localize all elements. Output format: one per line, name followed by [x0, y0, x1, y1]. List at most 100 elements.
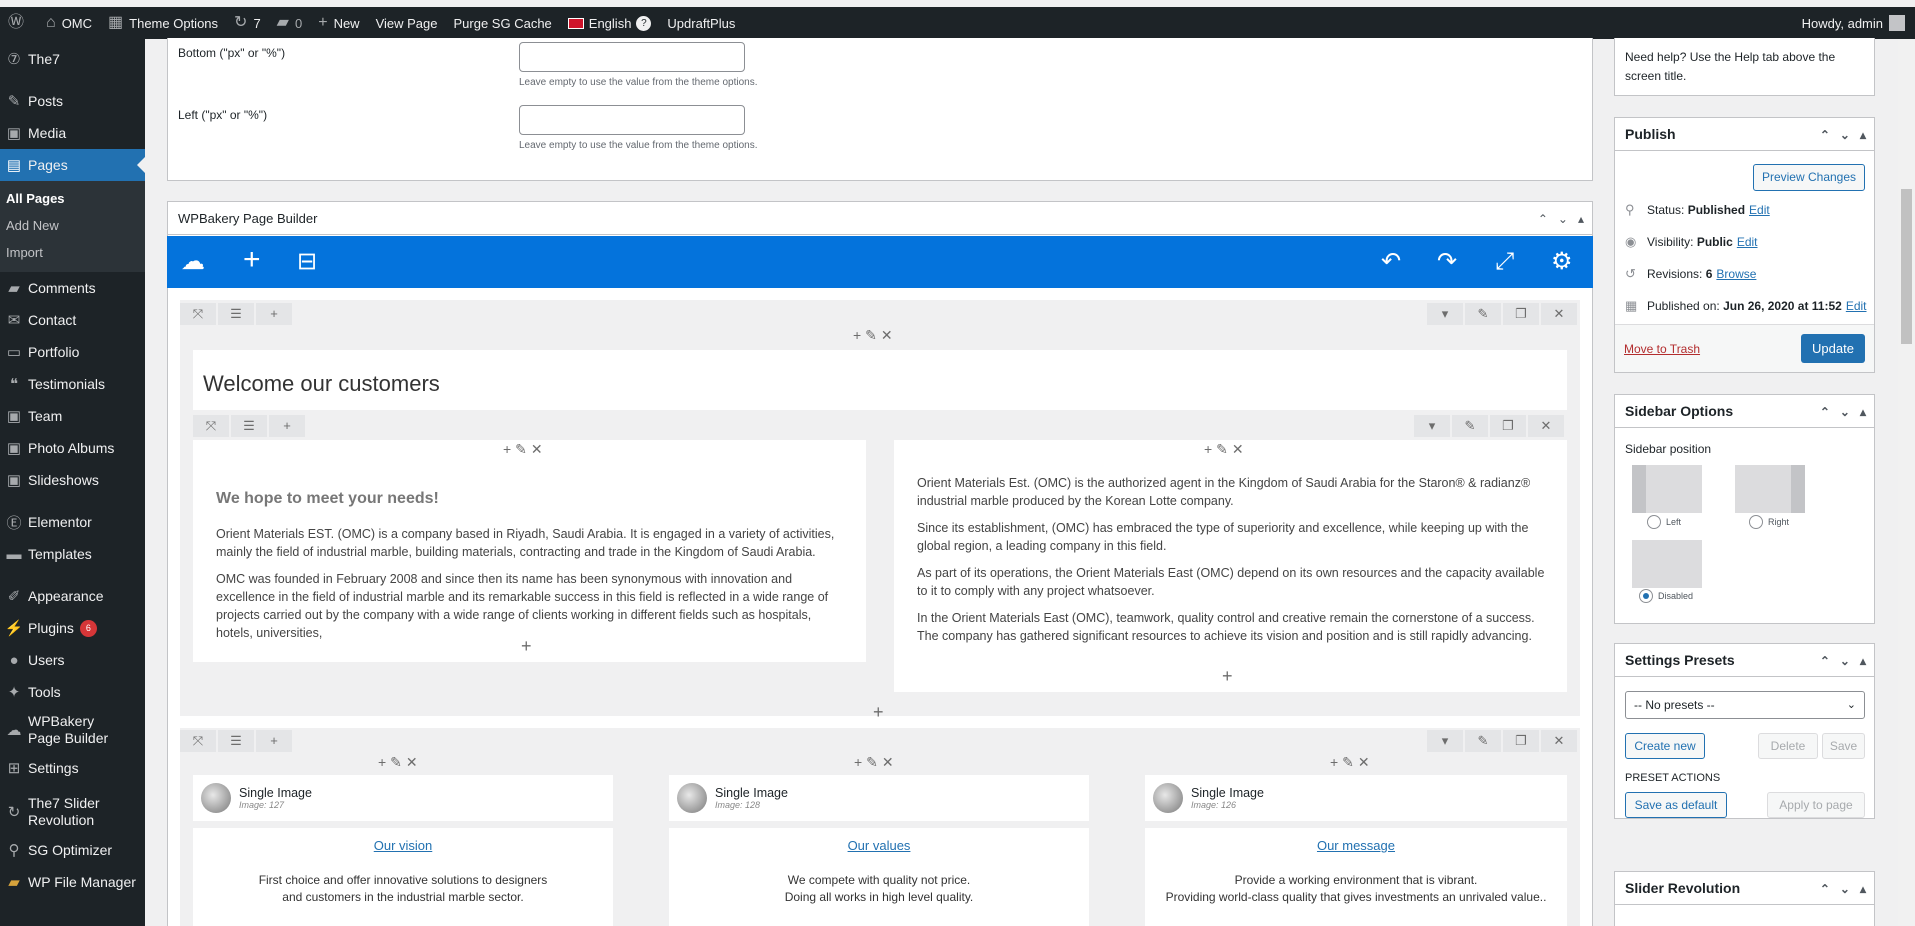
- menu-item-contact[interactable]: ✉ Contact: [0, 304, 145, 336]
- wpbakery-logo-icon[interactable]: ☁: [181, 248, 205, 276]
- menu-item-testimonials[interactable]: ❝ Testimonials: [0, 368, 145, 400]
- toggle-panel-icon[interactable]: ▴: [1860, 654, 1866, 668]
- inner-row-clone-icon[interactable]: ❐: [1490, 415, 1526, 437]
- single-image-element[interactable]: Single Image Image: 128: [669, 775, 1089, 821]
- edit-status-link[interactable]: Edit: [1749, 203, 1770, 217]
- move-down-icon[interactable]: ⌄: [1840, 405, 1850, 419]
- right-text-column[interactable]: +✎✕ Orient Materials Est. (OMC) is the a…: [894, 440, 1567, 692]
- edit-visibility-link[interactable]: Edit: [1737, 235, 1758, 249]
- move-up-icon[interactable]: ⌃: [1538, 212, 1548, 226]
- row-clone-icon[interactable]: ❐: [1503, 303, 1539, 325]
- add-element-icon[interactable]: +: [243, 245, 261, 275]
- page-scrollbar[interactable]: [1898, 39, 1915, 926]
- move-up-icon[interactable]: ⌃: [1820, 128, 1830, 142]
- row-2-clone-icon[interactable]: ❐: [1503, 730, 1539, 752]
- inner-row-add-icon[interactable]: +: [269, 415, 305, 437]
- image-col-1-tools[interactable]: +✎✕: [378, 754, 422, 771]
- row-move-icon[interactable]: ⤧: [180, 303, 216, 325]
- menu-item-portfolio[interactable]: ▭ Portfolio: [0, 336, 145, 368]
- move-down-icon[interactable]: ⌄: [1558, 212, 1568, 226]
- bottom-padding-input[interactable]: [519, 42, 745, 72]
- create-new-preset-button[interactable]: Create new: [1625, 733, 1705, 759]
- text-element[interactable]: Our message Provide a working environmen…: [1145, 828, 1567, 926]
- menu-item-slideshows[interactable]: ▣ Slideshows: [0, 464, 145, 496]
- message-link[interactable]: Our message: [1317, 838, 1395, 853]
- move-up-icon[interactable]: ⌃: [1820, 405, 1830, 419]
- image-col-2-tools[interactable]: +✎✕: [854, 754, 898, 771]
- menu-item-media[interactable]: ▣ Media: [0, 117, 145, 149]
- edit-date-link[interactable]: Edit: [1846, 299, 1867, 313]
- right-column-tools[interactable]: +✎✕: [1204, 441, 1248, 458]
- redo-icon[interactable]: ↷: [1437, 248, 1457, 276]
- single-image-element[interactable]: Single Image Image: 127: [193, 775, 613, 821]
- inner-row-move-icon[interactable]: ⤧: [193, 415, 229, 437]
- move-up-icon[interactable]: ⌃: [1820, 654, 1830, 668]
- menu-item-plugins[interactable]: ⚡ Plugins 6: [0, 612, 145, 644]
- menu-item-settings[interactable]: ⊞ Settings: [0, 752, 145, 784]
- save-preset-button[interactable]: Save: [1822, 733, 1865, 759]
- menu-item-the7[interactable]: ⑦ The7: [0, 43, 145, 75]
- row-2-toggle-icon[interactable]: ▾: [1427, 730, 1463, 752]
- comments-link[interactable]: ▰ 0: [269, 7, 311, 39]
- row-1-add-icon[interactable]: +: [873, 702, 884, 723]
- save-as-default-button[interactable]: Save as default: [1625, 792, 1727, 818]
- site-name-link[interactable]: ⌂ OMC: [38, 7, 100, 39]
- delete-preset-button[interactable]: Delete: [1758, 733, 1818, 759]
- inner-row-delete-icon[interactable]: ✕: [1528, 415, 1564, 437]
- preview-changes-button[interactable]: Preview Changes: [1753, 164, 1865, 191]
- view-page-link[interactable]: View Page: [368, 7, 446, 39]
- wp-logo-button[interactable]: Ⓦ: [0, 7, 38, 39]
- submenu-add-new[interactable]: Add New: [0, 212, 145, 239]
- browse-revisions-link[interactable]: Browse: [1716, 267, 1756, 281]
- sidebar-disabled-preview[interactable]: [1632, 540, 1702, 588]
- row-edit-icon[interactable]: ✎: [1465, 303, 1501, 325]
- fullscreen-icon[interactable]: ⤢: [1495, 248, 1514, 276]
- move-down-icon[interactable]: ⌄: [1840, 882, 1850, 896]
- sidebar-disabled-radio[interactable]: [1639, 589, 1653, 603]
- row-toggle-icon[interactable]: ▾: [1427, 303, 1463, 325]
- presets-select[interactable]: -- No presets -- ⌄: [1625, 691, 1865, 719]
- toggle-panel-icon[interactable]: ▴: [1860, 405, 1866, 419]
- move-down-icon[interactable]: ⌄: [1840, 654, 1850, 668]
- image-column-2[interactable]: +✎✕ Single Image Image: 128 Our values We…: [669, 753, 1103, 926]
- apply-to-page-button[interactable]: Apply to page: [1767, 792, 1865, 818]
- sidebar-right-radio[interactable]: [1749, 515, 1763, 529]
- heading-element[interactable]: Welcome our customers: [193, 350, 1567, 410]
- move-down-icon[interactable]: ⌄: [1840, 128, 1850, 142]
- row-delete-icon[interactable]: ✕: [1541, 303, 1577, 325]
- menu-item-pages[interactable]: ▤ Pages: [0, 149, 145, 181]
- row-2-layout-icon[interactable]: ☰: [218, 730, 254, 752]
- language-switcher[interactable]: English?: [560, 7, 660, 39]
- purge-cache-link[interactable]: Purge SG Cache: [446, 7, 560, 39]
- left-text-column[interactable]: +✎✕ We hope to meet your needs! Orient M…: [193, 440, 866, 662]
- text-element[interactable]: Our vision First choice and offer innova…: [193, 828, 613, 926]
- sidebar-left-preview[interactable]: [1632, 465, 1702, 513]
- updates-link[interactable]: ↻ 7: [226, 7, 269, 39]
- text-element[interactable]: Our values We compete with quality not p…: [669, 828, 1089, 926]
- update-button[interactable]: Update: [1801, 334, 1865, 363]
- my-account-menu[interactable]: Howdy, admin: [1794, 7, 1915, 39]
- toggle-panel-icon[interactable]: ▴: [1860, 128, 1866, 142]
- left-column-tools[interactable]: +✎✕: [503, 441, 547, 458]
- image-col-3-tools[interactable]: +✎✕: [1330, 754, 1374, 771]
- menu-item-comments[interactable]: ▰ Comments: [0, 272, 145, 304]
- inner-row-layout-icon[interactable]: ☰: [231, 415, 267, 437]
- sidebar-right-preview[interactable]: [1735, 465, 1805, 513]
- column-tools[interactable]: +✎✕: [853, 327, 897, 344]
- new-content-link[interactable]: + New: [310, 7, 367, 39]
- menu-item-team[interactable]: ▣ Team: [0, 400, 145, 432]
- submenu-import[interactable]: Import: [0, 239, 145, 266]
- vision-link[interactable]: Our vision: [374, 838, 433, 853]
- menu-item-users[interactable]: ● Users: [0, 644, 145, 676]
- menu-item-posts[interactable]: ✎ Posts: [0, 85, 145, 117]
- toggle-panel-icon[interactable]: ▴: [1860, 882, 1866, 896]
- menu-item-the7-slider[interactable]: ↻ The7 Slider Revolution: [0, 790, 145, 834]
- menu-item-sg-optimizer[interactable]: ⚲ SG Optimizer: [0, 834, 145, 866]
- row-2-delete-icon[interactable]: ✕: [1541, 730, 1577, 752]
- inner-row-toggle-icon[interactable]: ▾: [1414, 415, 1450, 437]
- row-layout-icon[interactable]: ☰: [218, 303, 254, 325]
- toggle-panel-icon[interactable]: ▴: [1578, 212, 1584, 226]
- inner-row-edit-icon[interactable]: ✎: [1452, 415, 1488, 437]
- move-to-trash-link[interactable]: Move to Trash: [1624, 342, 1700, 356]
- menu-item-wp-file-manager[interactable]: ▰ WP File Manager: [0, 866, 145, 898]
